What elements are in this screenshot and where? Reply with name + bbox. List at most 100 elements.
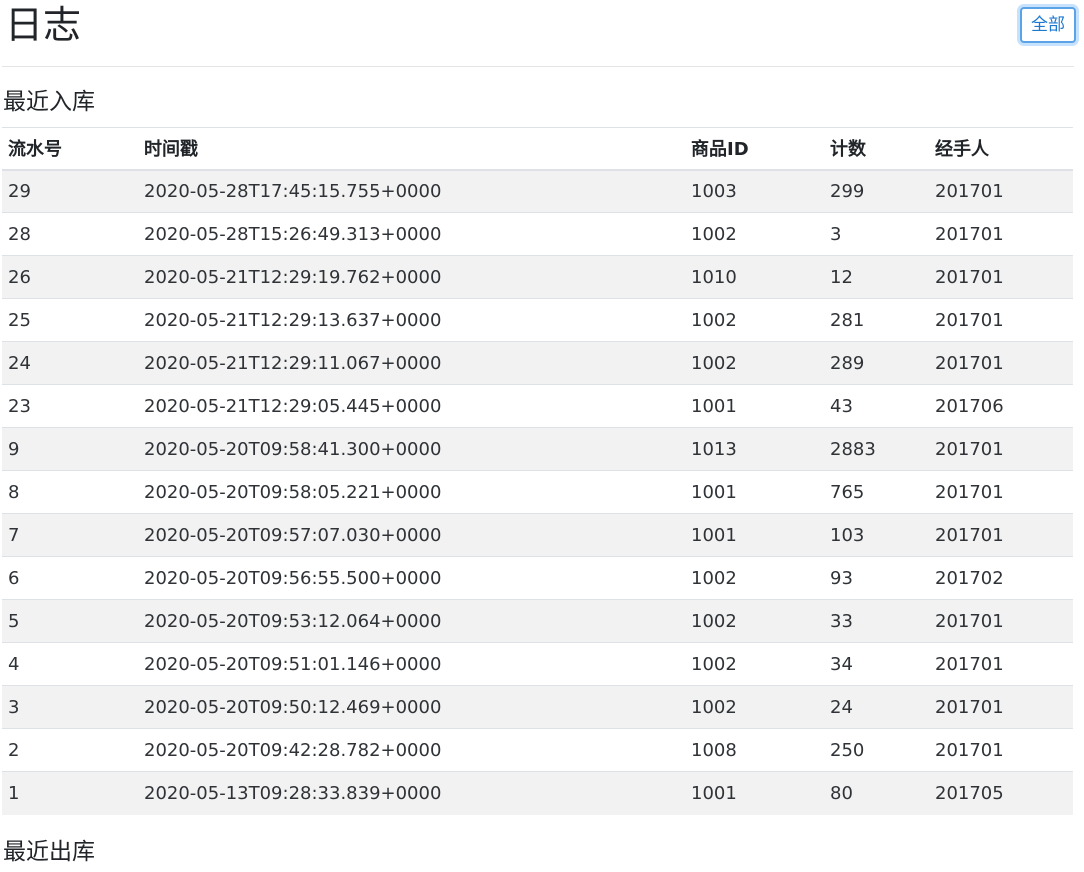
cell-handler: 201701 <box>929 341 1073 385</box>
cell-serial: 24 <box>2 341 138 385</box>
cell-count: 281 <box>824 298 929 342</box>
cell-timestamp: 2020-05-21T12:29:05.445+0000 <box>138 384 685 428</box>
cell-timestamp: 2020-05-20T09:58:05.221+0000 <box>138 470 685 514</box>
cell-handler: 201701 <box>929 513 1073 557</box>
recent-out-heading: 最近出库 <box>3 839 95 865</box>
cell-timestamp: 2020-05-21T12:29:11.067+0000 <box>138 341 685 385</box>
cell-handler: 201706 <box>929 384 1073 428</box>
cell-serial: 2 <box>2 728 138 772</box>
cell-product-id: 1002 <box>685 685 824 729</box>
cell-serial: 8 <box>2 470 138 514</box>
cell-serial: 29 <box>2 169 138 213</box>
cell-timestamp: 2020-05-20T09:57:07.030+0000 <box>138 513 685 557</box>
column-header-product-id[interactable]: 商品ID <box>685 127 824 171</box>
cell-count: 43 <box>824 384 929 428</box>
cell-handler: 201701 <box>929 685 1073 729</box>
table-row[interactable]: 5 2020-05-20T09:53:12.064+0000 1002 33 20170… <box>2 599 1073 643</box>
cell-handler: 201701 <box>929 255 1073 299</box>
cell-count: 103 <box>824 513 929 557</box>
all-button[interactable]: 全部 <box>1020 7 1076 43</box>
cell-handler: 201701 <box>929 642 1073 686</box>
cell-product-id: 1001 <box>685 384 824 428</box>
cell-product-id: 1002 <box>685 599 824 643</box>
cell-serial: 25 <box>2 298 138 342</box>
cell-handler: 201701 <box>929 212 1073 256</box>
cell-product-id: 1002 <box>685 556 824 600</box>
cell-product-id: 1013 <box>685 427 824 471</box>
table-row[interactable]: 7 2020-05-20T09:57:07.030+0000 1001 103 2017… <box>2 513 1073 557</box>
cell-handler: 201705 <box>929 771 1073 815</box>
cell-count: 3 <box>824 212 929 256</box>
table-row[interactable]: 25 2020-05-21T12:29:13.637+0000 1002 281 201… <box>2 298 1073 342</box>
cell-serial: 7 <box>2 513 138 557</box>
column-header-count[interactable]: 计数 <box>824 127 929 171</box>
cell-serial: 26 <box>2 255 138 299</box>
cell-product-id: 1002 <box>685 298 824 342</box>
cell-product-id: 1001 <box>685 771 824 815</box>
recent-in-heading: 最近入库 <box>3 89 95 115</box>
table-row[interactable]: 4 2020-05-20T09:51:01.146+0000 1002 34 20170… <box>2 642 1073 686</box>
cell-product-id: 1002 <box>685 212 824 256</box>
cell-product-id: 1002 <box>685 341 824 385</box>
page-title: 日志 <box>5 3 82 47</box>
cell-serial: 4 <box>2 642 138 686</box>
cell-timestamp: 2020-05-20T09:50:12.469+0000 <box>138 685 685 729</box>
column-header-serial[interactable]: 流水号 <box>2 127 138 171</box>
cell-handler: 201702 <box>929 556 1073 600</box>
table-row[interactable]: 3 2020-05-20T09:50:12.469+0000 1002 24 20170… <box>2 685 1073 729</box>
cell-count: 93 <box>824 556 929 600</box>
cell-serial: 28 <box>2 212 138 256</box>
column-header-handler[interactable]: 经手人 <box>929 127 1073 171</box>
cell-timestamp: 2020-05-21T12:29:19.762+0000 <box>138 255 685 299</box>
cell-handler: 201701 <box>929 728 1073 772</box>
table-row[interactable]: 26 2020-05-21T12:29:19.762+0000 1010 12 2017… <box>2 255 1073 299</box>
table-row[interactable]: 6 2020-05-20T09:56:55.500+0000 1002 93 20170… <box>2 556 1073 600</box>
cell-handler: 201701 <box>929 599 1073 643</box>
cell-serial: 5 <box>2 599 138 643</box>
table-row[interactable]: 28 2020-05-28T15:26:49.313+0000 1002 3 20170… <box>2 212 1073 256</box>
cell-count: 24 <box>824 685 929 729</box>
cell-serial: 23 <box>2 384 138 428</box>
cell-count: 289 <box>824 341 929 385</box>
cell-product-id: 1001 <box>685 470 824 514</box>
cell-handler: 201701 <box>929 298 1073 342</box>
cell-timestamp: 2020-05-21T12:29:13.637+0000 <box>138 298 685 342</box>
cell-handler: 201701 <box>929 427 1073 471</box>
cell-timestamp: 2020-05-20T09:53:12.064+0000 <box>138 599 685 643</box>
recent-in-table: 流水号 时间戳 商品ID 计数 经手人 29 2020-05-28T17:45:1… <box>2 127 1073 815</box>
table-row[interactable]: 1 2020-05-13T09:28:33.839+0000 1001 80 20170… <box>2 771 1073 815</box>
cell-product-id: 1002 <box>685 642 824 686</box>
table-row[interactable]: 8 2020-05-20T09:58:05.221+0000 1001 765 2017… <box>2 470 1073 514</box>
cell-serial: 3 <box>2 685 138 729</box>
cell-count: 765 <box>824 470 929 514</box>
table-row[interactable]: 29 2020-05-28T17:45:15.755+0000 1003 299 201… <box>2 169 1073 213</box>
cell-count: 12 <box>824 255 929 299</box>
table-body: 29 2020-05-28T17:45:15.755+0000 1003 299 201… <box>2 169 1073 815</box>
table-row[interactable]: 2 2020-05-20T09:42:28.782+0000 1008 250 2017… <box>2 728 1073 772</box>
cell-count: 2883 <box>824 427 929 471</box>
cell-product-id: 1010 <box>685 255 824 299</box>
cell-product-id: 1001 <box>685 513 824 557</box>
cell-product-id: 1008 <box>685 728 824 772</box>
cell-timestamp: 2020-05-20T09:56:55.500+0000 <box>138 556 685 600</box>
cell-handler: 201701 <box>929 169 1073 213</box>
cell-serial: 1 <box>2 771 138 815</box>
table-row[interactable]: 9 2020-05-20T09:58:41.300+0000 1013 2883 201… <box>2 427 1073 471</box>
cell-handler: 201701 <box>929 470 1073 514</box>
cell-timestamp: 2020-05-28T17:45:15.755+0000 <box>138 169 685 213</box>
column-header-timestamp[interactable]: 时间戳 <box>138 127 685 171</box>
cell-count: 299 <box>824 169 929 213</box>
cell-serial: 9 <box>2 427 138 471</box>
cell-timestamp: 2020-05-20T09:42:28.782+0000 <box>138 728 685 772</box>
page-header: 日志 全部 <box>2 0 1076 67</box>
cell-timestamp: 2020-05-28T15:26:49.313+0000 <box>138 212 685 256</box>
cell-product-id: 1003 <box>685 169 824 213</box>
cell-serial: 6 <box>2 556 138 600</box>
cell-count: 33 <box>824 599 929 643</box>
cell-timestamp: 2020-05-20T09:58:41.300+0000 <box>138 427 685 471</box>
cell-count: 250 <box>824 728 929 772</box>
cell-count: 34 <box>824 642 929 686</box>
table-row[interactable]: 24 2020-05-21T12:29:11.067+0000 1002 289 201… <box>2 341 1073 385</box>
log-page: 日志 全部 最近入库 流水号 时间戳 商品ID 计数 经手人 29 2020-05… <box>0 0 1084 872</box>
table-row[interactable]: 23 2020-05-21T12:29:05.445+0000 1001 43 2017… <box>2 384 1073 428</box>
